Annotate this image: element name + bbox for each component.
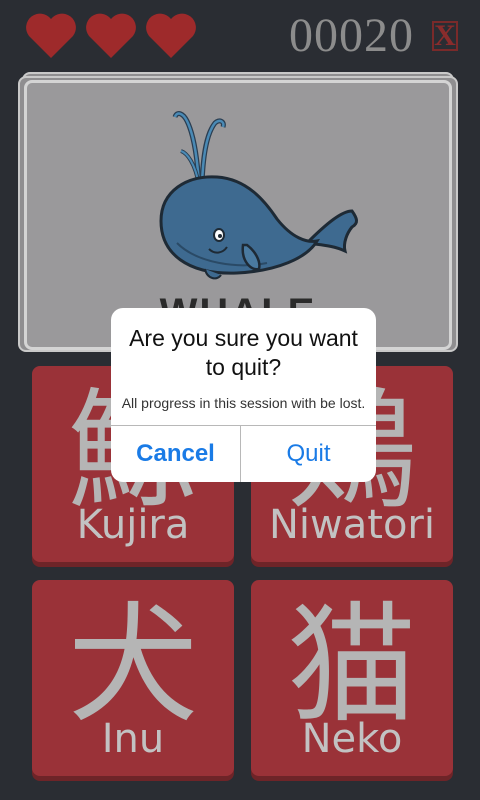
score-counter: 00020 <box>289 9 414 62</box>
whale-icon <box>159 111 358 280</box>
dialog-title: Are you sure you want to quit? <box>129 325 358 380</box>
tile-romaji: Inu <box>101 716 165 762</box>
answer-tile-neko[interactable]: 猫 Neko <box>251 580 453 776</box>
answer-tile-inu[interactable]: 犬 Inu <box>32 580 234 776</box>
quit-button[interactable]: Quit <box>241 426 376 482</box>
cancel-button[interactable]: Cancel <box>111 426 240 482</box>
tile-romaji: Niwatori <box>269 502 435 548</box>
lives-display <box>24 12 198 60</box>
dialog-message: All progress in this session with be los… <box>121 395 366 411</box>
heart-icon <box>84 12 138 60</box>
heart-icon <box>144 12 198 60</box>
close-button[interactable]: X <box>432 21 458 51</box>
tile-romaji: Neko <box>301 716 403 762</box>
heart-icon <box>24 12 78 60</box>
tile-romaji: Kujira <box>76 502 190 548</box>
quit-confirm-dialog: Are you sure you want to quit? All progr… <box>111 308 376 482</box>
